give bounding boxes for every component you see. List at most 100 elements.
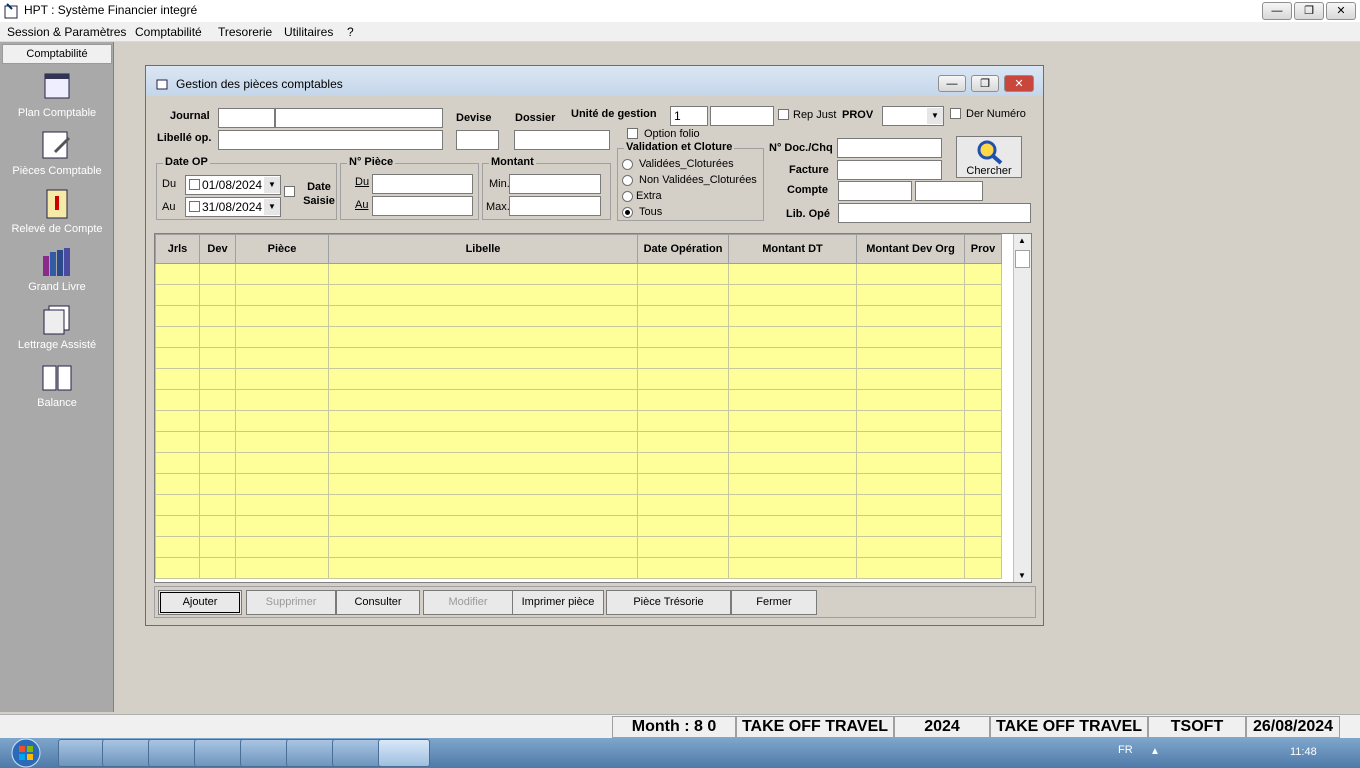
table-cell[interactable] — [964, 347, 1002, 369]
table-cell[interactable] — [856, 536, 965, 558]
table-cell[interactable] — [637, 368, 729, 390]
table-cell[interactable] — [235, 305, 329, 327]
modifier-button[interactable]: Modifier — [423, 590, 513, 615]
menu-tresorerie[interactable]: Tresorerie — [218, 25, 272, 39]
table-cell[interactable] — [235, 368, 329, 390]
table-cell[interactable] — [964, 431, 1002, 453]
menu-help[interactable]: ? — [347, 25, 354, 39]
table-row[interactable] — [155, 431, 1002, 453]
table-cell[interactable] — [637, 347, 729, 369]
table-row[interactable] — [155, 452, 1002, 474]
date-saisie-checkbox[interactable] — [284, 186, 295, 197]
table-row[interactable] — [155, 494, 1002, 516]
sidebar-item-plan-comptable[interactable]: Plan Comptable — [0, 72, 114, 119]
libope-input[interactable] — [838, 203, 1031, 223]
table-cell[interactable] — [235, 326, 329, 348]
table-row[interactable] — [155, 515, 1002, 537]
sidebar-item-grand-livre[interactable]: Grand Livre — [0, 246, 114, 293]
table-cell[interactable] — [728, 410, 857, 432]
imprimer-button[interactable]: Imprimer pièce — [512, 590, 604, 615]
table-cell[interactable] — [856, 284, 965, 306]
sidebar-item-lettrage[interactable]: Lettrage Assisté — [0, 304, 114, 351]
table-cell[interactable] — [235, 473, 329, 495]
table-cell[interactable] — [964, 452, 1002, 474]
table-cell[interactable] — [856, 389, 965, 411]
table-cell[interactable] — [155, 347, 200, 369]
table-cell[interactable] — [199, 263, 236, 285]
table-cell[interactable] — [856, 494, 965, 516]
table-cell[interactable] — [637, 452, 729, 474]
column-header[interactable]: Pièce — [235, 234, 329, 264]
table-cell[interactable] — [637, 410, 729, 432]
table-cell[interactable] — [728, 347, 857, 369]
table-cell[interactable] — [235, 557, 329, 579]
table-cell[interactable] — [856, 347, 965, 369]
table-row[interactable] — [155, 410, 1002, 432]
table-cell[interactable] — [199, 515, 236, 537]
table-cell[interactable] — [235, 347, 329, 369]
table-cell[interactable] — [856, 515, 965, 537]
table-cell[interactable] — [328, 326, 638, 348]
taskbar-app-icon[interactable] — [332, 739, 384, 767]
table-cell[interactable] — [728, 368, 857, 390]
table-cell[interactable] — [964, 494, 1002, 516]
table-cell[interactable] — [728, 557, 857, 579]
table-cell[interactable] — [856, 410, 965, 432]
table-cell[interactable] — [328, 389, 638, 411]
table-cell[interactable] — [856, 452, 965, 474]
montant-max-input[interactable] — [509, 196, 601, 216]
table-cell[interactable] — [728, 473, 857, 495]
devise-input[interactable] — [456, 130, 499, 150]
ajouter-button[interactable]: Ajouter — [158, 590, 242, 615]
table-cell[interactable] — [328, 452, 638, 474]
table-cell[interactable] — [637, 284, 729, 306]
table-cell[interactable] — [637, 515, 729, 537]
grid-vertical-scrollbar[interactable]: ▲ ▼ — [1013, 234, 1031, 582]
table-row[interactable] — [155, 368, 1002, 390]
dossier-input[interactable] — [514, 130, 610, 150]
scroll-up-icon[interactable]: ▲ — [1018, 236, 1026, 245]
journal-code-input[interactable] — [218, 108, 275, 128]
table-row[interactable] — [155, 536, 1002, 558]
supprimer-button[interactable]: Supprimer — [246, 590, 336, 615]
table-cell[interactable] — [235, 536, 329, 558]
menu-utilitaires[interactable]: Utilitaires — [284, 25, 333, 39]
table-cell[interactable] — [637, 494, 729, 516]
table-cell[interactable] — [964, 515, 1002, 537]
table-cell[interactable] — [328, 410, 638, 432]
table-cell[interactable] — [728, 263, 857, 285]
table-cell[interactable] — [199, 284, 236, 306]
table-cell[interactable] — [964, 473, 1002, 495]
table-cell[interactable] — [235, 515, 329, 537]
table-cell[interactable] — [856, 557, 965, 579]
dialog-maximize-button[interactable]: ❐ — [971, 75, 999, 92]
table-cell[interactable] — [328, 284, 638, 306]
dernumero-checkbox[interactable] — [950, 108, 961, 119]
table-cell[interactable] — [235, 431, 329, 453]
table-cell[interactable] — [328, 557, 638, 579]
table-cell[interactable] — [155, 284, 200, 306]
table-row[interactable] — [155, 305, 1002, 327]
table-cell[interactable] — [328, 473, 638, 495]
table-cell[interactable] — [856, 326, 965, 348]
sidebar-item-releve-compte[interactable]: Relevé de Compte — [0, 188, 114, 235]
taskbar-app-icon[interactable] — [286, 739, 338, 767]
table-cell[interactable] — [728, 389, 857, 411]
table-cell[interactable] — [155, 473, 200, 495]
column-header[interactable]: Dev — [199, 234, 236, 264]
scroll-down-icon[interactable]: ▼ — [1018, 571, 1026, 580]
table-cell[interactable] — [235, 410, 329, 432]
taskbar-hpt-icon[interactable] — [378, 739, 430, 767]
validation-radio-tous[interactable] — [622, 207, 633, 218]
compte-code-input[interactable] — [838, 181, 912, 201]
table-cell[interactable] — [964, 263, 1002, 285]
table-cell[interactable] — [199, 305, 236, 327]
dialog-minimize-button[interactable]: — — [938, 75, 966, 92]
table-cell[interactable] — [155, 263, 200, 285]
unite-name-input[interactable] — [710, 106, 774, 126]
validation-radio-extra[interactable] — [622, 191, 633, 202]
piece-au-input[interactable] — [372, 196, 473, 216]
table-cell[interactable] — [856, 263, 965, 285]
table-cell[interactable] — [328, 515, 638, 537]
table-cell[interactable] — [199, 473, 236, 495]
